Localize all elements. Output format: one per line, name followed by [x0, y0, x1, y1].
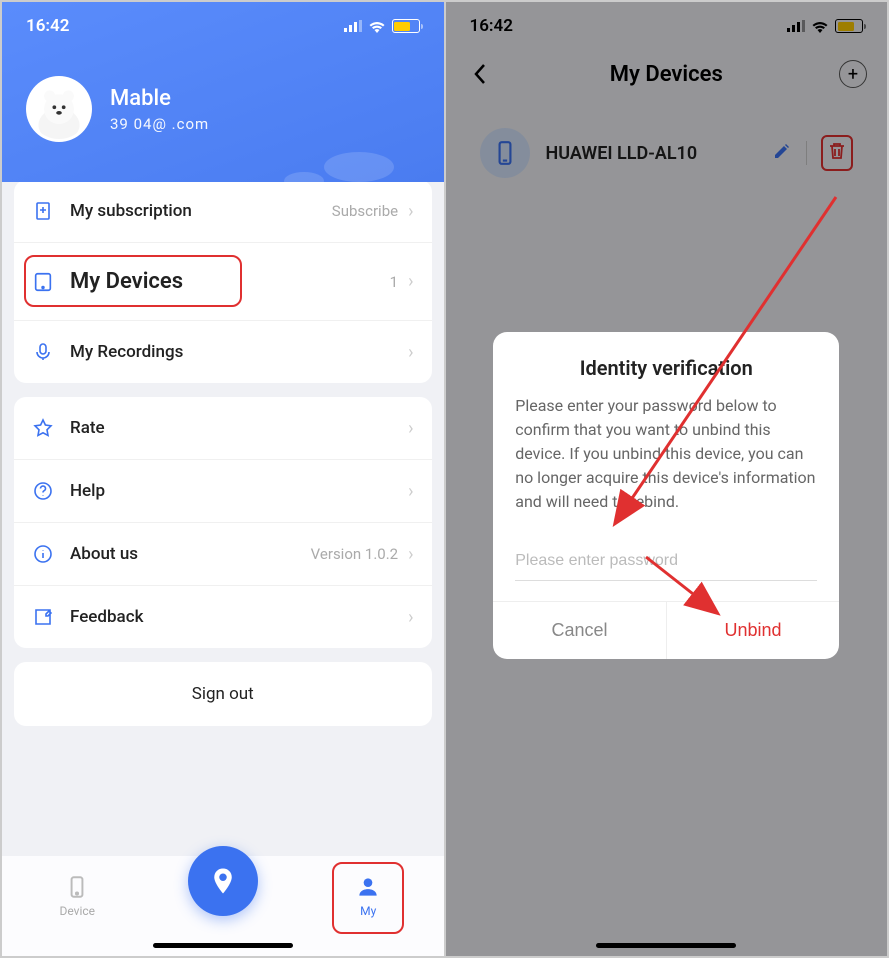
star-icon: [32, 417, 54, 439]
status-bar: 16:42: [2, 2, 444, 46]
help-icon: [32, 480, 54, 502]
menu-my-devices[interactable]: My Devices 1 ›: [14, 243, 432, 321]
profile-name: Mable: [110, 86, 209, 111]
menu-label: Feedback: [70, 607, 408, 627]
chevron-right-icon: ›: [408, 481, 413, 502]
version-text: Version 1.0.2: [311, 545, 398, 563]
menu-help[interactable]: Help ›: [14, 460, 432, 523]
status-time: 16:42: [26, 16, 69, 36]
bookmark-icon: [32, 200, 54, 222]
menu-content: My subscription Subscribe › My Devices 1…: [2, 168, 444, 752]
signal-icon: [344, 20, 362, 32]
battery-icon: [392, 19, 420, 33]
tab-my[interactable]: My: [328, 874, 408, 918]
screen-profile: 16:42 Mable 39 04@ .com: [2, 2, 446, 956]
tab-device[interactable]: Device: [37, 874, 117, 918]
screen-devices: 16:42 My Devices + HUAWEI LLD-AL10 Ident…: [446, 2, 888, 956]
menu-feedback[interactable]: Feedback ›: [14, 586, 432, 648]
avatar: [26, 76, 92, 142]
profile-email: 39 04@ .com: [110, 115, 209, 133]
menu-label: Help: [70, 481, 408, 501]
menu-extra: Subscribe: [332, 202, 398, 220]
mic-icon: [32, 341, 54, 363]
pin-icon: [208, 866, 238, 896]
tab-locate[interactable]: [188, 846, 258, 916]
dialog-body: Please enter your password below to conf…: [493, 394, 839, 534]
chevron-right-icon: ›: [408, 544, 413, 565]
wifi-icon: [368, 20, 386, 33]
menu-label: My subscription: [70, 201, 332, 221]
menu-recordings[interactable]: My Recordings ›: [14, 321, 432, 383]
tablet-icon: [32, 271, 54, 293]
info-icon: [32, 543, 54, 565]
identity-verification-dialog: Identity verification Please enter your …: [493, 332, 839, 659]
menu-label: Rate: [70, 418, 408, 438]
home-indicator: [153, 943, 293, 948]
header: 16:42 Mable 39 04@ .com: [2, 2, 444, 182]
cancel-button[interactable]: Cancel: [493, 602, 667, 659]
chevron-right-icon: ›: [408, 271, 413, 292]
person-icon: [355, 874, 381, 900]
menu-subscription[interactable]: My subscription Subscribe ›: [14, 180, 432, 243]
chevron-right-icon: ›: [408, 201, 413, 222]
tab-bar: Device My: [2, 856, 444, 956]
profile-section[interactable]: Mable 39 04@ .com: [2, 46, 444, 142]
menu-rate[interactable]: Rate ›: [14, 397, 432, 460]
menu-label: About us: [70, 544, 311, 564]
menu-label: My Recordings: [70, 342, 408, 362]
menu-label: My Devices: [70, 269, 390, 294]
chevron-right-icon: ›: [408, 418, 413, 439]
chevron-right-icon: ›: [408, 607, 413, 628]
status-icons: [344, 19, 420, 33]
unbind-button[interactable]: Unbind: [667, 602, 840, 659]
dialog-title: Identity verification: [493, 332, 839, 394]
edit-icon: [32, 606, 54, 628]
menu-about[interactable]: About us Version 1.0.2 ›: [14, 523, 432, 586]
chevron-right-icon: ›: [408, 342, 413, 363]
password-input[interactable]: [515, 542, 817, 581]
signout-button[interactable]: Sign out: [14, 662, 432, 726]
device-count: 1: [390, 273, 398, 291]
device-icon: [64, 874, 90, 900]
